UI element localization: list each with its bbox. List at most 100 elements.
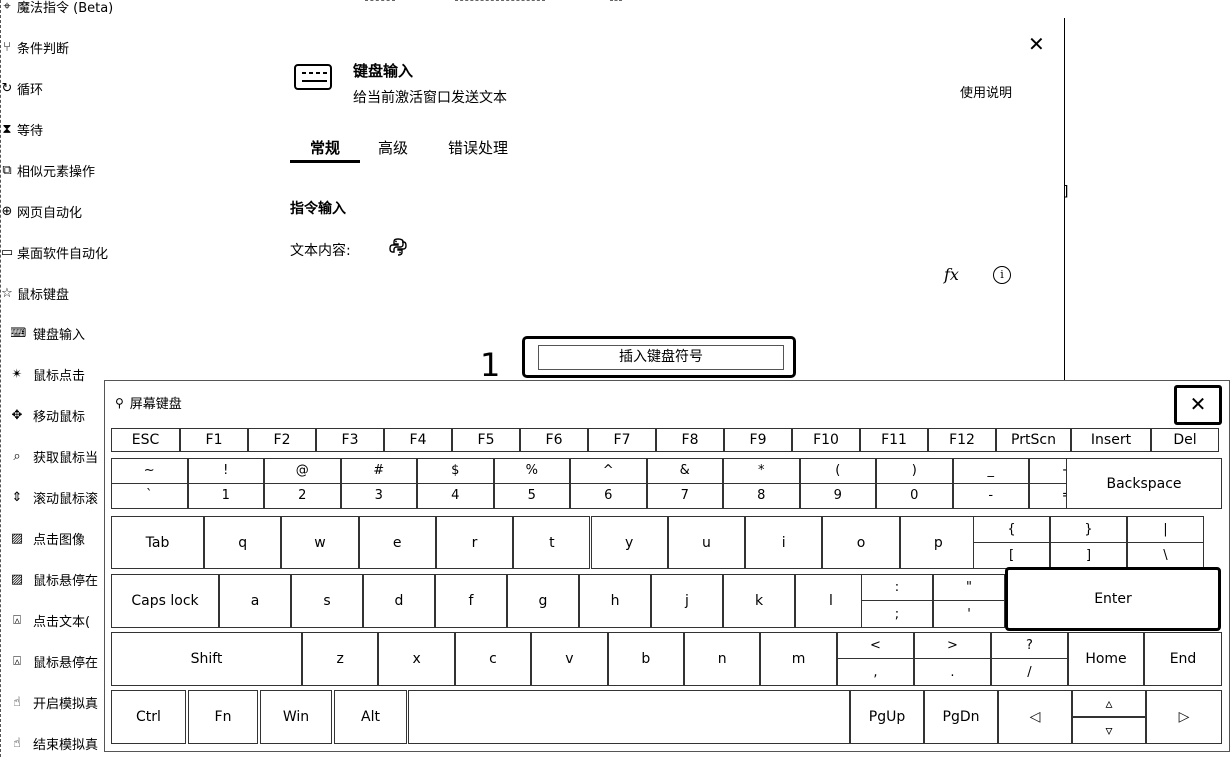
key-y[interactable]: y: [590, 516, 668, 569]
key-d[interactable]: d: [363, 574, 435, 628]
key-f5[interactable]: F5: [452, 428, 520, 452]
key-num-11[interactable]: _ -: [952, 458, 1029, 509]
key-ctrl[interactable]: Ctrl: [111, 690, 186, 744]
key-right-arrow[interactable]: ▷: [1146, 690, 1222, 744]
key-num-4[interactable]: $4: [417, 458, 494, 509]
key-b[interactable]: b: [607, 632, 684, 686]
key-fn[interactable]: Fn: [188, 690, 258, 744]
key-enter[interactable]: Enter: [1005, 567, 1221, 631]
key-num-5[interactable]: % 5: [493, 458, 570, 509]
key-f9[interactable]: F9: [724, 428, 792, 452]
key-shift[interactable]: Shift: [111, 632, 302, 686]
key-slash[interactable]: ? /: [991, 632, 1068, 686]
globe-icon: ⊕: [1, 203, 13, 219]
key-c[interactable]: c: [454, 632, 532, 686]
key-i[interactable]: i: [745, 516, 823, 569]
function-icon[interactable]: fx: [944, 265, 959, 284]
key-backspace[interactable]: Backspace: [1066, 458, 1222, 509]
key-num-10[interactable]: ) 0: [876, 458, 953, 509]
key-period[interactable]: >.: [914, 632, 991, 686]
key-j[interactable]: j: [651, 574, 723, 628]
key-r[interactable]: r: [435, 516, 514, 569]
key-win[interactable]: Win: [260, 690, 332, 744]
key-k[interactable]: k: [723, 574, 795, 628]
key-esc[interactable]: ESC: [111, 428, 180, 452]
key-f4[interactable]: F4: [384, 428, 452, 452]
key-tab[interactable]: Tab: [111, 516, 204, 569]
key-del[interactable]: Del: [1151, 428, 1219, 452]
key-q[interactable]: q: [204, 516, 282, 569]
tab-general[interactable]: 常规: [310, 137, 340, 158]
sidebar-item[interactable]: ⊕ 网页自动化: [1, 199, 121, 223]
key-f7[interactable]: F7: [588, 428, 656, 452]
key-f11[interactable]: F11: [860, 428, 928, 452]
key-bracket-2[interactable]: | \: [1127, 516, 1204, 569]
key-f6[interactable]: F6: [520, 428, 588, 452]
key-m[interactable]: m: [760, 632, 837, 686]
key-pgdn[interactable]: PgDn: [924, 690, 998, 744]
key-v[interactable]: v: [531, 632, 608, 686]
key-x[interactable]: x: [378, 632, 455, 686]
tab-error-handling[interactable]: 错误处理: [448, 137, 508, 158]
key-num-1[interactable]: ! 1: [187, 458, 264, 509]
key-f2[interactable]: F2: [248, 428, 316, 452]
key-t[interactable]: t: [513, 516, 591, 569]
key-o[interactable]: o: [822, 516, 900, 569]
key-f[interactable]: f: [435, 574, 507, 628]
sidebar-item[interactable]: ⧉ 相似元素操作: [1, 158, 121, 182]
key-num-0[interactable]: ~ `: [111, 458, 188, 509]
sidebar-item[interactable]: ▭ 桌面软件自动化: [1, 240, 121, 264]
key-prtscn[interactable]: PrtScn: [996, 428, 1071, 452]
key-e[interactable]: e: [358, 516, 436, 569]
key-a[interactable]: a: [219, 574, 291, 628]
key-h[interactable]: h: [579, 574, 651, 628]
key-g[interactable]: g: [507, 574, 579, 628]
key-bracket-1[interactable]: }]: [1050, 516, 1127, 569]
key-comma[interactable]: <,: [837, 632, 914, 686]
info-icon[interactable]: i: [993, 266, 1011, 284]
key-num-2[interactable]: @2: [264, 458, 341, 509]
key-caps-lock[interactable]: Caps lock: [111, 574, 219, 628]
key-z[interactable]: z: [302, 632, 379, 686]
key-quote[interactable]: " ': [933, 574, 1005, 628]
key-f8[interactable]: F8: [656, 428, 724, 452]
key-l[interactable]: l: [795, 574, 867, 628]
key-n[interactable]: n: [684, 632, 761, 686]
help-link[interactable]: 使用说明: [960, 82, 1012, 101]
sidebar-item[interactable]: ☆ 鼠标键盘: [1, 281, 121, 305]
key-p[interactable]: p: [899, 516, 977, 569]
key-num-3[interactable]: #3: [340, 458, 417, 509]
key-f1[interactable]: F1: [180, 428, 248, 452]
key-up-arrow[interactable]: ▵: [1072, 690, 1146, 717]
key-semicolon[interactable]: :;: [861, 574, 933, 628]
key-left-arrow[interactable]: ◁: [998, 690, 1072, 744]
key-down-arrow[interactable]: ▿: [1072, 717, 1146, 744]
sidebar-item[interactable]: ↻ 循环: [1, 76, 121, 100]
key-space[interactable]: [408, 690, 850, 744]
python-icon[interactable]: [389, 238, 409, 258]
insert-keyboard-symbol-button[interactable]: 插入键盘符号: [538, 345, 784, 370]
key-f3[interactable]: F3: [316, 428, 384, 452]
sidebar-item[interactable]: ⑂ 条件判断: [1, 35, 121, 59]
sidebar-item[interactable]: ⌖ 魔法指令 (Beta): [1, 0, 121, 18]
key-u[interactable]: u: [667, 516, 746, 569]
key-w[interactable]: w: [281, 516, 359, 569]
key-num-6[interactable]: ^ 6: [570, 458, 647, 509]
key-end[interactable]: End: [1144, 632, 1222, 686]
key-num-8[interactable]: * 8: [723, 458, 800, 509]
key-num-7[interactable]: & 7: [646, 458, 723, 509]
key-pgup[interactable]: PgUp: [850, 690, 924, 744]
key-num-9[interactable]: (9: [799, 458, 876, 509]
key-s[interactable]: s: [291, 574, 363, 628]
key-f10[interactable]: F10: [792, 428, 860, 452]
key-f12[interactable]: F12: [928, 428, 996, 452]
key-base-label: `: [146, 488, 153, 504]
sidebar-item[interactable]: ⧗ 等待: [1, 117, 121, 141]
key-insert[interactable]: Insert: [1071, 428, 1151, 452]
key-bracket-0[interactable]: {[: [973, 516, 1050, 569]
tab-advanced[interactable]: 高级: [378, 137, 408, 158]
key-alt[interactable]: Alt: [334, 690, 407, 744]
osk-close-button[interactable]: ✕: [1174, 385, 1222, 425]
close-icon[interactable]: ✕: [1028, 32, 1045, 56]
key-home[interactable]: Home: [1068, 632, 1144, 686]
